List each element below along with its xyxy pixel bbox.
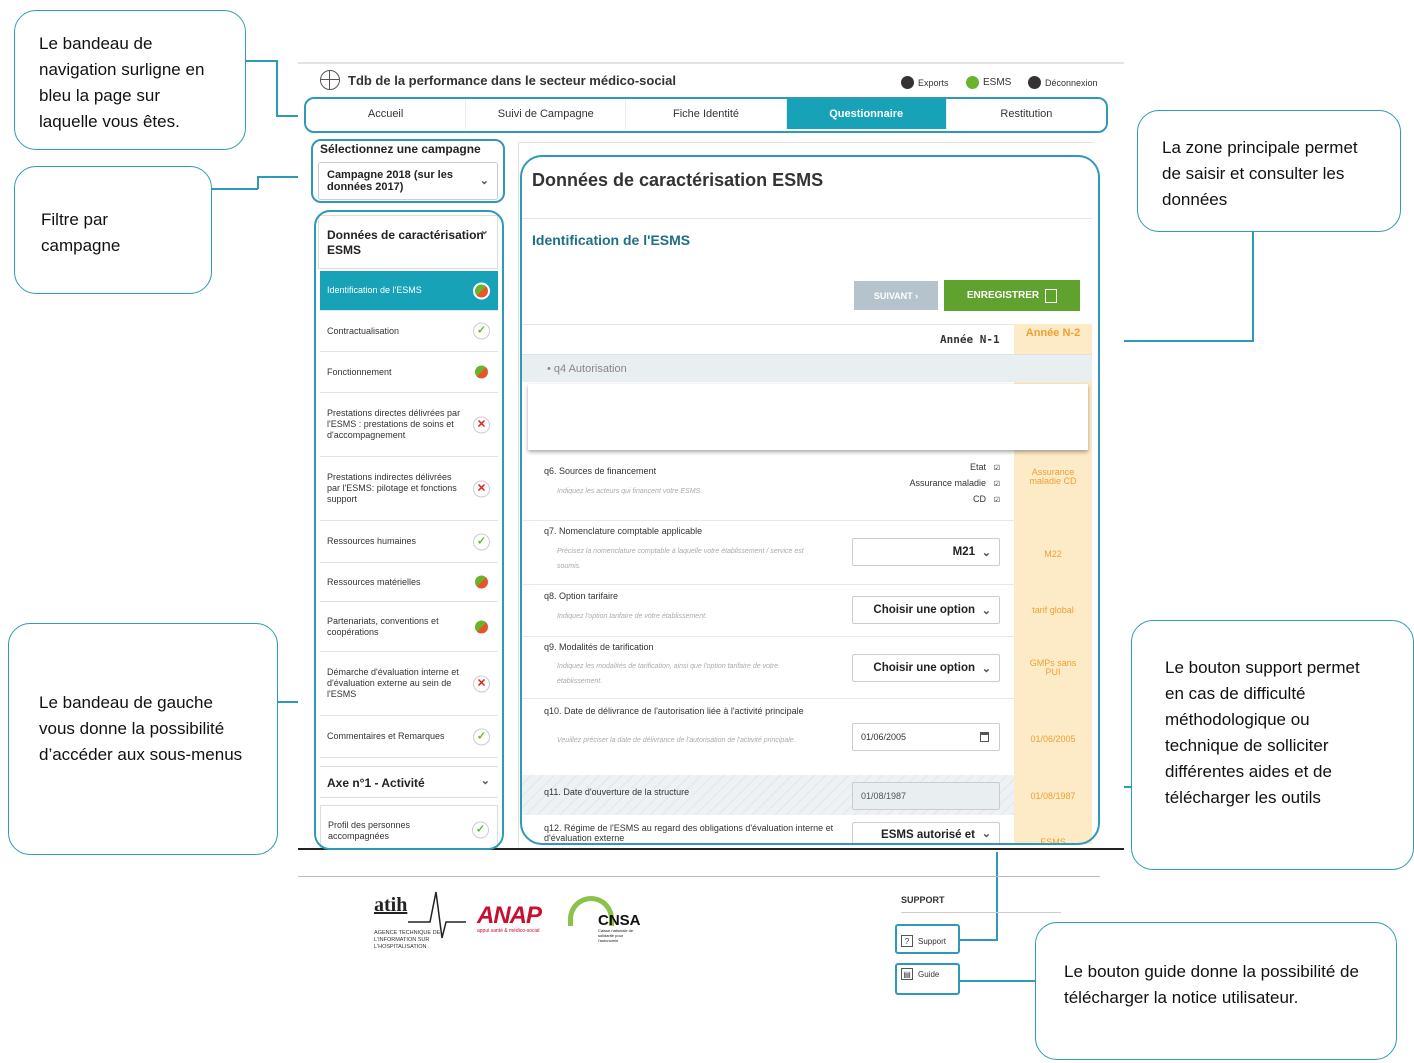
callout-main: La zone principale permet de saisir et c… xyxy=(1137,110,1401,232)
highlight-nav xyxy=(304,97,1108,133)
connector-nav xyxy=(246,60,276,62)
app-title: Tdb de la performance dans le secteur mé… xyxy=(320,70,676,90)
connector-nav-v xyxy=(276,60,278,116)
callout-nav: Le bandeau de navigation surligne en ble… xyxy=(14,10,246,150)
anap-subtitle: appui santé & médico-social xyxy=(477,928,540,934)
callout-guide: Le bouton guide donne la possibilité de … xyxy=(1035,922,1397,1060)
app-title-text: Tdb de la performance dans le secteur mé… xyxy=(348,72,676,88)
highlight-main xyxy=(520,155,1100,845)
footer-divider xyxy=(298,876,1100,877)
highlight-support xyxy=(895,924,960,954)
connector-filter xyxy=(212,188,258,190)
callout-filter: Filtre par campagne xyxy=(14,166,212,294)
user-icon xyxy=(901,76,914,89)
globe-icon xyxy=(320,70,340,90)
logout-link[interactable]: Déconnexion xyxy=(1028,76,1098,89)
exports-label: Exports xyxy=(918,77,949,88)
callout-sidebar: Le bandeau de gauche vous donne la possi… xyxy=(8,623,278,855)
connector-main-v xyxy=(1252,232,1254,340)
callout-support: Le bouton support permet en cas de diffi… xyxy=(1131,620,1414,870)
support-title: SUPPORT xyxy=(901,895,945,905)
cnsa-logo: CNSA xyxy=(598,912,641,929)
logout-icon xyxy=(1028,76,1041,89)
atih-logo: atih xyxy=(374,894,408,916)
connector-filter-v xyxy=(257,176,259,189)
logout-label: Déconnexion xyxy=(1045,77,1098,88)
highlight-guide xyxy=(895,963,960,995)
divider xyxy=(901,912,1061,913)
cnsa-subtitle: Caisse nationale de solidarité pour l'au… xyxy=(598,928,634,943)
atih-subtitle: AGENCE TECHNIQUE DE L'INFORMATION SUR L'… xyxy=(374,930,441,950)
esms-icon xyxy=(966,76,979,89)
anap-logo: ANAP xyxy=(477,902,542,929)
connector-support-h2 xyxy=(960,939,998,941)
esms-label: ESMS xyxy=(983,77,1012,88)
highlight-sidebar xyxy=(314,210,504,850)
highlight-campaign xyxy=(311,139,505,203)
connector-guide xyxy=(960,980,1036,982)
exports-link[interactable]: Exports xyxy=(901,76,949,89)
esms-link[interactable]: ESMS xyxy=(966,76,1011,89)
